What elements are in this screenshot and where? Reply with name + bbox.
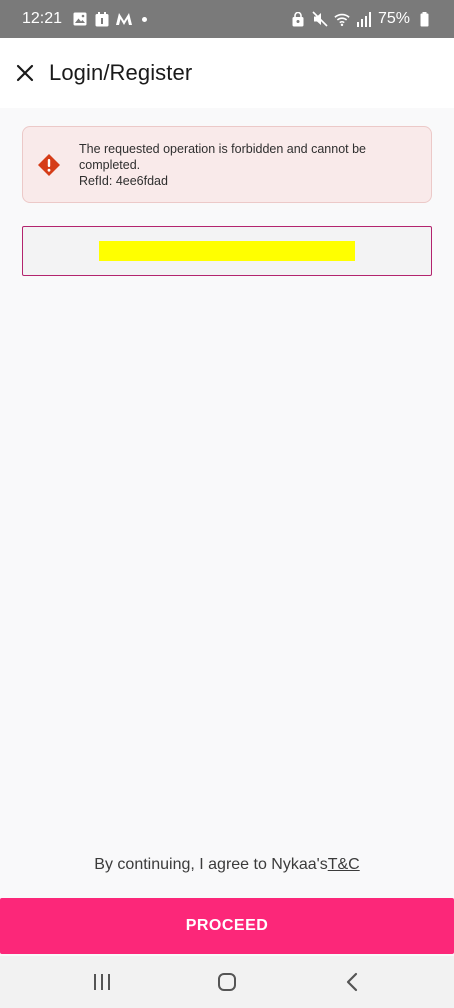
system-nav-bar bbox=[0, 956, 454, 1008]
error-line-2: completed. bbox=[79, 157, 141, 172]
battery-icon bbox=[416, 11, 432, 27]
status-bar: 12:21 75% bbox=[0, 0, 454, 38]
error-message: The requested operation is forbidden and… bbox=[79, 141, 378, 189]
error-line-1: The requested operation is forbidden and… bbox=[79, 141, 367, 156]
error-ref-id: RefId: 4ee6fdad bbox=[79, 173, 168, 188]
proceed-button[interactable]: PROCEED bbox=[0, 898, 454, 954]
status-left: 12:21 bbox=[22, 10, 148, 28]
back-icon[interactable] bbox=[332, 962, 372, 1002]
wifi-icon bbox=[334, 11, 350, 27]
page-title: Login/Register bbox=[49, 60, 193, 85]
terms-text: By continuing, I agree to Nykaa'sT&C bbox=[0, 856, 454, 874]
terms-prefix: By continuing, I agree to Nykaa's bbox=[94, 856, 328, 873]
battery-percentage: 75% bbox=[377, 10, 410, 27]
redacted-value bbox=[99, 241, 355, 261]
recents-icon[interactable] bbox=[82, 962, 122, 1002]
terms-link[interactable]: T&C bbox=[328, 856, 360, 873]
close-icon[interactable] bbox=[14, 62, 36, 84]
status-right: 75% bbox=[290, 10, 432, 28]
phone-input[interactable] bbox=[22, 226, 432, 276]
calendar-icon bbox=[94, 11, 110, 27]
home-icon[interactable] bbox=[207, 962, 247, 1002]
notification-dot bbox=[142, 16, 148, 22]
lock-icon bbox=[290, 11, 306, 27]
status-time: 12:21 bbox=[22, 10, 63, 27]
error-banner: The requested operation is forbidden and… bbox=[22, 126, 432, 203]
mute-icon bbox=[312, 11, 328, 27]
gallery-icon bbox=[72, 11, 88, 27]
myntra-icon bbox=[116, 11, 133, 27]
warning-icon bbox=[37, 153, 61, 177]
signal-icon bbox=[356, 11, 372, 27]
app-header: Login/Register bbox=[0, 38, 454, 108]
